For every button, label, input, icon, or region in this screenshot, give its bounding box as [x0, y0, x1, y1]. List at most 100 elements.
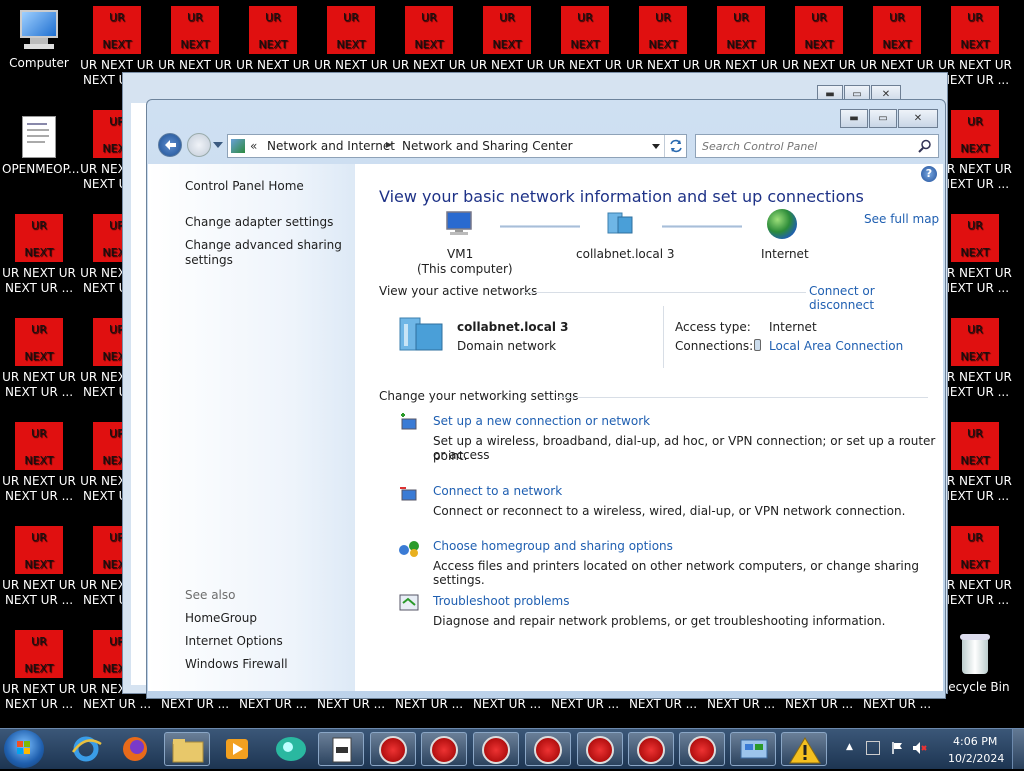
- change-advanced-sharing-link-line1[interactable]: Change advanced sharing: [185, 238, 342, 253]
- maximize-button[interactable]: ▭: [869, 109, 897, 128]
- media-player-icon: [226, 739, 248, 759]
- windows-firewall-link[interactable]: Windows Firewall: [185, 657, 288, 672]
- taskbar-media-player[interactable]: [214, 732, 260, 766]
- active-networks-divider: [523, 292, 806, 293]
- breadcrumb-prefix[interactable]: «: [250, 139, 257, 153]
- taskbar-firefox[interactable]: [112, 732, 158, 766]
- address-bar[interactable]: « Network and Internet ▶ Network and Sha…: [227, 134, 687, 158]
- address-dropdown-icon[interactable]: [652, 144, 660, 149]
- taskbar-app-teal[interactable]: [268, 732, 314, 766]
- task-setup-connection-desc-2: point.: [433, 449, 468, 463]
- desktop-icon-recycle-bin[interactable]: Recycle Bin: [938, 630, 1012, 695]
- desktop-label-ur-next: UR NEXT UR: [2, 266, 76, 280]
- task-troubleshoot-link[interactable]: Troubleshoot problems: [433, 594, 569, 608]
- desktop-icon-openmeop[interactable]: OPENMEOP...: [2, 112, 79, 177]
- control-panel-home-link[interactable]: Control Panel Home: [185, 179, 304, 194]
- close-button[interactable]: ✕: [898, 109, 938, 128]
- desktop-label-bottom-row[interactable]: NEXT UR ...: [626, 697, 700, 712]
- taskbar-network-center[interactable]: [730, 732, 776, 766]
- desktop-icon-ur-next[interactable]: URNEXT UR NEXT UR NEXT UR ...: [2, 214, 76, 296]
- taskbar-ur-next-app[interactable]: [525, 732, 571, 766]
- taskbar-ur-next-app[interactable]: [370, 732, 416, 766]
- connections-label: Connections:: [675, 339, 754, 353]
- taskbar-ur-next-app[interactable]: [577, 732, 623, 766]
- network-tray-icon[interactable]: [866, 741, 880, 755]
- desktop-icon-computer[interactable]: Computer: [2, 4, 76, 71]
- desktop-label-ur-next-2: NEXT UR ...: [4, 385, 74, 399]
- change-advanced-sharing-link-line2[interactable]: settings: [185, 253, 233, 268]
- refresh-button[interactable]: [664, 135, 687, 157]
- warning-icon: [789, 737, 821, 764]
- search-input[interactable]: [700, 137, 914, 155]
- desktop-icon-ur-next[interactable]: URNEXT UR NEXT UR NEXT UR ...: [2, 526, 76, 608]
- help-button[interactable]: ?: [921, 166, 937, 182]
- ethernet-icon: [754, 339, 761, 351]
- desktop-icon-ur-next[interactable]: URNEXT UR NEXT UR NEXT UR ...: [938, 526, 1012, 608]
- desktop-label-ur-next: UR NEXT UR: [782, 58, 856, 72]
- ur-next-icon: UR NEXT: [951, 422, 999, 470]
- search-box[interactable]: [695, 134, 939, 158]
- taskbar-document[interactable]: [318, 732, 364, 766]
- network-name: collabnet.local 3: [457, 320, 569, 334]
- desktop-label-bottom-row[interactable]: NEXT UR ...: [158, 697, 232, 712]
- clock-time[interactable]: 4:06 PM: [953, 735, 997, 748]
- minimize-button[interactable]: ▬: [840, 109, 868, 128]
- show-hidden-icons-button[interactable]: ▲: [846, 742, 853, 752]
- desktop-icon-ur-next[interactable]: URNEXT UR NEXT UR NEXT UR ...: [938, 318, 1012, 400]
- volume-muted-icon[interactable]: [912, 740, 928, 756]
- desktop-label-bottom-row[interactable]: NEXT UR ...: [860, 697, 934, 712]
- crest-icon: [688, 736, 716, 764]
- taskbar-ur-next-app[interactable]: [628, 732, 674, 766]
- desktop-icon-ur-next[interactable]: URNEXT UR NEXT UR NEXT UR ...: [938, 422, 1012, 504]
- desktop-label-bottom-row[interactable]: NEXT UR ...: [236, 697, 310, 712]
- desktop-label-ur-next-2: NEXT UR ...: [940, 73, 1010, 87]
- breadcrumb-sharing-center[interactable]: Network and Sharing Center: [402, 139, 573, 153]
- taskbar-ur-next-app[interactable]: [473, 732, 519, 766]
- breadcrumb-separator[interactable]: ▶: [386, 140, 392, 149]
- task-homegroup-sharing-link[interactable]: Choose homegroup and sharing options: [433, 539, 673, 553]
- document-icon: [22, 116, 56, 158]
- change-adapter-settings-link[interactable]: Change adapter settings: [185, 215, 333, 230]
- desktop-label-ur-next: UR NEXT UR: [470, 58, 544, 72]
- local-area-connection-link[interactable]: Local Area Connection: [769, 339, 903, 353]
- desktop-label-bottom-row[interactable]: NEXT UR ...: [392, 697, 466, 712]
- ur-next-icon: UR NEXT: [15, 526, 63, 574]
- desktop-label-bottom-row[interactable]: NEXT UR ...: [782, 697, 856, 712]
- network-sharing-center-window[interactable]: ▬ ▭ ✕ « Network and Internet ▶ Network a…: [146, 99, 946, 699]
- see-full-map-link[interactable]: See full map: [864, 212, 939, 226]
- desktop-icon-ur-next[interactable]: URNEXT UR NEXT UR NEXT UR ...: [2, 630, 76, 712]
- task-connect-network-link[interactable]: Connect to a network: [433, 484, 562, 498]
- desktop-label-ur-next: UR NEXT UR: [314, 58, 388, 72]
- desktop-label-bottom-row[interactable]: NEXT UR ...: [704, 697, 778, 712]
- start-button[interactable]: [4, 730, 44, 768]
- taskbar-internet-explorer[interactable]: [63, 732, 109, 766]
- taskbar-ur-next-app[interactable]: [421, 732, 467, 766]
- network-details-divider: [663, 306, 664, 368]
- desktop-icon-ur-next[interactable]: URNEXT UR NEXT UR NEXT UR ...: [2, 318, 76, 400]
- back-button[interactable]: [158, 133, 182, 157]
- desktop-icon-ur-next[interactable]: URNEXT UR NEXT UR NEXT UR ...: [938, 110, 1012, 192]
- homegroup-link[interactable]: HomeGroup: [185, 611, 257, 626]
- search-icon[interactable]: [918, 139, 932, 153]
- recent-pages-dropdown-icon[interactable]: [213, 142, 223, 148]
- desktop-label-ur-next: UR NEXT UR: [938, 162, 1012, 176]
- desktop-label-bottom-row[interactable]: NEXT UR ...: [548, 697, 622, 712]
- task-setup-connection-link[interactable]: Set up a new connection or network: [433, 414, 650, 428]
- desktop-icon-ur-next[interactable]: URNEXT UR NEXT UR NEXT UR ...: [2, 422, 76, 504]
- windows-logo-icon: [17, 741, 30, 754]
- desktop-icon-ur-next[interactable]: URNEXT UR NEXT UR NEXT UR ...: [938, 214, 1012, 296]
- task-setup-connection-desc: Set up a wireless, broadband, dial-up, a…: [433, 434, 936, 462]
- taskbar-explorer[interactable]: [164, 732, 210, 766]
- taskbar-warning-app[interactable]: [781, 732, 827, 766]
- connect-or-disconnect-link[interactable]: Connect or disconnect: [809, 284, 943, 312]
- forward-button[interactable]: [187, 133, 211, 157]
- clock-date[interactable]: 10/2/2024: [948, 752, 1004, 765]
- taskbar-ur-next-app[interactable]: [679, 732, 725, 766]
- desktop-label-bottom-row[interactable]: NEXT UR ...: [470, 697, 544, 712]
- action-center-flag-icon[interactable]: [891, 741, 903, 755]
- desktop-label-bottom-row[interactable]: NEXT UR ...: [314, 697, 388, 712]
- show-desktop-button[interactable]: [1012, 729, 1024, 769]
- breadcrumb-network-internet[interactable]: Network and Internet: [267, 139, 395, 153]
- desktop-icon-ur-next[interactable]: URNEXT UR NEXT UR NEXT UR ...: [938, 6, 1012, 88]
- internet-options-link[interactable]: Internet Options: [185, 634, 283, 649]
